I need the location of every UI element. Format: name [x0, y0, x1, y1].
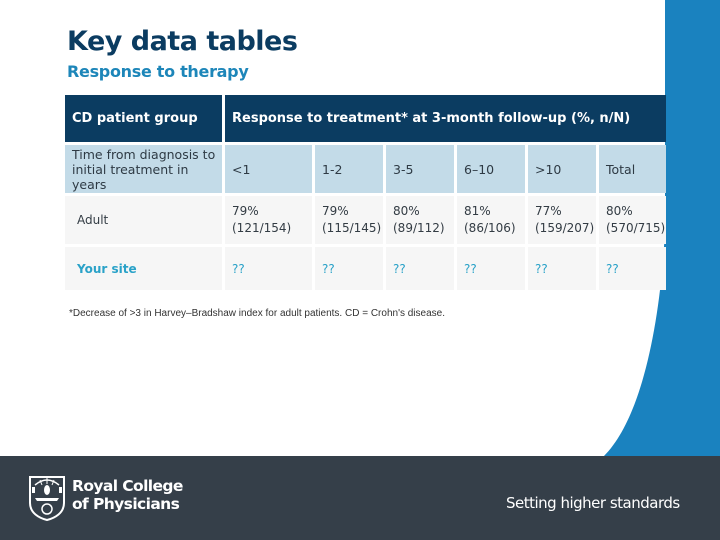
- page-title: Key data tables: [67, 26, 298, 57]
- footnote: *Decrease of >3 in Harvey–Bradshaw index…: [69, 308, 445, 319]
- rcp-crest-icon: [29, 476, 65, 521]
- column-header: >10: [528, 145, 596, 193]
- table-row-your-site: Your site ?? ?? ?? ?? ?? ??: [65, 247, 666, 290]
- cell-count: (159/207): [535, 221, 595, 235]
- cell-percent: 80%: [606, 204, 633, 218]
- column-header: Total: [599, 145, 666, 193]
- cell-percent: 79%: [232, 204, 259, 218]
- table-cell: 81% (86/106): [457, 196, 525, 244]
- table-cell: 80% (570/715): [599, 196, 666, 244]
- response-header: Response to treatment* at 3-month follow…: [225, 95, 666, 142]
- row-label: Your site: [65, 247, 222, 290]
- cell-percent: 80%: [393, 204, 420, 218]
- cell-count: (121/154): [232, 221, 292, 235]
- table-cell: ??: [386, 247, 454, 290]
- table-cell: 77% (159/207): [528, 196, 596, 244]
- column-header: 1-2: [315, 145, 383, 193]
- table-cell: ??: [599, 247, 666, 290]
- table-cell: 80% (89/112): [386, 196, 454, 244]
- time-label: Time from diagnosis to initial treatment…: [65, 145, 222, 193]
- time-category-row: Time from diagnosis to initial treatment…: [65, 145, 666, 193]
- cell-count: (570/715): [606, 221, 666, 235]
- column-header: 3-5: [386, 145, 454, 193]
- table-cell: ??: [457, 247, 525, 290]
- table-cell: 79% (121/154): [225, 196, 312, 244]
- row-label: Adult: [65, 196, 222, 244]
- table-header-row: CD patient group Response to treatment* …: [65, 95, 666, 142]
- cell-count: (86/106): [464, 221, 516, 235]
- group-header: CD patient group: [65, 95, 222, 142]
- table-cell: 79% (115/145): [315, 196, 383, 244]
- column-header: 6–10: [457, 145, 525, 193]
- cell-count: (89/112): [393, 221, 445, 235]
- table-cell: ??: [315, 247, 383, 290]
- table-cell: ??: [528, 247, 596, 290]
- table-row-adult: Adult 79% (121/154) 79% (115/145) 80% (89/1…: [65, 196, 666, 244]
- response-table: CD patient group Response to treatment* …: [62, 92, 669, 293]
- org-line-2: of Physicians: [72, 495, 180, 513]
- cell-percent: 79%: [322, 204, 349, 218]
- cell-count: (115/145): [322, 221, 382, 235]
- page-subtitle: Response to therapy: [67, 62, 249, 81]
- cell-percent: 77%: [535, 204, 562, 218]
- column-header: <1: [225, 145, 312, 193]
- cell-percent: 81%: [464, 204, 491, 218]
- organization-name: Royal College of Physicians: [72, 477, 183, 513]
- table-cell: ??: [225, 247, 312, 290]
- tagline: Setting higher standards: [506, 494, 680, 512]
- org-line-1: Royal College: [72, 477, 183, 495]
